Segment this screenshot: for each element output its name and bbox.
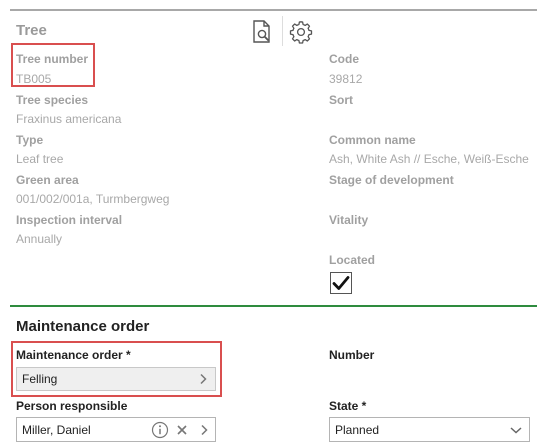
state-label: State * — [329, 399, 367, 413]
green-area-label: Green area — [16, 173, 79, 187]
tree-number-label: Tree number — [16, 52, 89, 66]
chevron-right-icon[interactable] — [191, 368, 215, 390]
clear-icon[interactable] — [171, 419, 193, 441]
type-value: Leaf tree — [16, 152, 64, 166]
sort-label: Sort — [329, 93, 353, 107]
located-checkbox[interactable] — [330, 272, 352, 294]
toolbar-separator — [282, 16, 283, 46]
info-icon[interactable] — [149, 419, 171, 441]
tree-section-title: Tree — [16, 22, 47, 39]
inspection-interval-label: Inspection interval — [16, 213, 123, 227]
number-label: Number — [329, 348, 375, 362]
tree-number-value: TB005 — [16, 72, 52, 86]
section-divider — [10, 305, 537, 307]
state-select[interactable]: Planned — [329, 417, 530, 442]
common-name-label: Common name — [329, 133, 416, 147]
maintenance-order-value: Felling — [22, 372, 58, 386]
tree-species-value: Fraxinus americana — [16, 112, 122, 126]
maintenance-order-label: Maintenance order * — [16, 348, 131, 362]
checkmark-icon — [332, 276, 350, 290]
person-responsible-field[interactable]: Miller, Daniel — [16, 417, 216, 442]
top-divider — [10, 9, 537, 11]
chevron-right-icon[interactable] — [193, 419, 215, 441]
person-responsible-value: Miller, Daniel — [22, 422, 91, 437]
inspection-interval-value: Annually — [16, 232, 63, 246]
code-value: 39812 — [329, 72, 363, 86]
vitality-label: Vitality — [329, 213, 369, 227]
state-value: Planned — [335, 422, 380, 437]
chevron-down-icon[interactable] — [503, 419, 529, 441]
maintenance-section-title: Maintenance order — [16, 318, 150, 335]
person-responsible-label: Person responsible — [16, 399, 128, 413]
type-label: Type — [16, 133, 44, 147]
document-search-icon[interactable] — [250, 20, 274, 44]
located-label: Located — [329, 253, 376, 267]
green-area-value: 001/002/001a, Turmbergweg — [16, 192, 170, 206]
maintenance-order-field[interactable]: Felling — [16, 367, 216, 391]
code-label: Code — [329, 52, 359, 66]
common-name-value: Ash, White Ash // Esche, Weiß-Esche — [329, 152, 529, 166]
gear-icon[interactable] — [289, 20, 313, 44]
stage-of-development-label: Stage of development — [329, 173, 454, 187]
tree-species-label: Tree species — [16, 93, 89, 107]
